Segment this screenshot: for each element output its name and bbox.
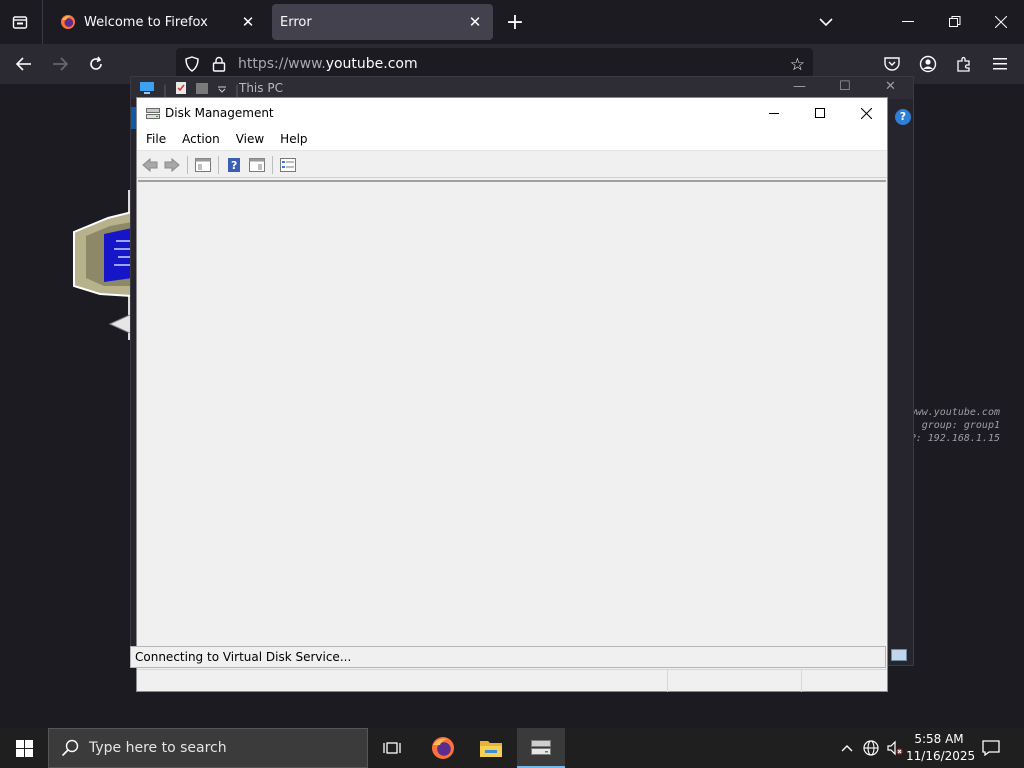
help-book-icon[interactable]: ? (225, 156, 243, 174)
system-clock[interactable]: 5:58 AM 11/16/2025 (906, 731, 976, 765)
properties-icon[interactable] (279, 156, 297, 174)
quick-access-toolbar: | | (139, 81, 239, 98)
this-pc-title: This PC (239, 81, 283, 95)
this-pc-titlebar[interactable]: | | This PC — ☐ ✕ (131, 77, 913, 99)
router-info-line: P: 192.168.1.15 (909, 433, 1000, 444)
menu-file[interactable]: File (137, 132, 174, 146)
minimize-icon[interactable] (751, 98, 797, 128)
router-info-line: group: group1 (921, 420, 1000, 431)
help-icon[interactable]: ? (895, 109, 911, 125)
url-domain: youtube.com (325, 56, 418, 72)
taskbar-disk-management-icon[interactable] (517, 728, 565, 768)
tab-error[interactable]: Error ✕ (272, 4, 493, 40)
taskbar-file-explorer-icon[interactable] (467, 728, 515, 768)
extensions-icon[interactable] (952, 52, 976, 76)
maximize-icon[interactable] (797, 98, 843, 128)
status-pane (667, 670, 801, 692)
show-hide-action-pane-icon[interactable] (248, 156, 266, 174)
forward-arrow-icon[interactable] (163, 156, 181, 174)
menu-view[interactable]: View (228, 132, 272, 146)
taskbar-firefox-icon[interactable] (419, 728, 467, 768)
restore-icon[interactable] (941, 8, 969, 36)
lock-icon[interactable] (212, 56, 226, 75)
minimize-icon[interactable] (894, 8, 922, 36)
close-window-icon[interactable] (987, 8, 1015, 36)
disk-management-app-icon (145, 105, 161, 124)
volume-muted-icon[interactable] (884, 728, 906, 768)
taskbar: Type here to search 5:58 AM 11/16/2025 (0, 728, 1024, 768)
close-tab-icon[interactable]: ✕ (238, 12, 258, 32)
tab-title: Error (280, 14, 312, 30)
close-icon[interactable]: ✕ (885, 79, 896, 94)
new-tab-button[interactable]: + (503, 10, 527, 35)
back-arrow-icon[interactable] (12, 52, 36, 76)
close-icon[interactable] (843, 98, 889, 128)
window-title: Disk Management (165, 106, 274, 120)
reload-icon[interactable] (84, 52, 108, 76)
toolbar-separator (272, 156, 273, 174)
clock-date: 11/16/2025 (906, 749, 976, 763)
account-icon[interactable] (916, 52, 940, 76)
status-message-bar: Connecting to Virtual Disk Service... (130, 646, 886, 668)
list-all-tabs-chevron-icon[interactable] (814, 10, 838, 34)
hamburger-menu-icon[interactable] (988, 52, 1012, 76)
close-tab-icon[interactable]: ✕ (465, 12, 485, 32)
forward-arrow-icon[interactable] (48, 52, 72, 76)
toolbar-separator (187, 156, 188, 174)
firefox-logo-icon (60, 14, 76, 30)
url-prefix: https://www. (238, 56, 326, 72)
back-arrow-icon[interactable] (141, 156, 159, 174)
show-hidden-icons-chevron-icon[interactable] (836, 728, 858, 768)
maximize-icon[interactable]: ☐ (839, 79, 851, 94)
tab-welcome-to-firefox[interactable]: Welcome to Firefox ✕ (48, 4, 266, 40)
router-info-line: www.youtube.com (909, 407, 1000, 418)
disk-management-content-area (138, 180, 886, 646)
clock-time: 5:58 AM (914, 732, 964, 746)
details-view-icon[interactable] (891, 649, 907, 661)
svg-text:?: ? (231, 159, 237, 172)
windows-start-icon[interactable] (0, 728, 48, 768)
taskbar-search-box[interactable]: Type here to search (48, 728, 368, 768)
disk-management-window: Disk Management File Action View Help ? (130, 97, 888, 692)
toolbar: ? (137, 150, 887, 178)
toolbar-separator (218, 156, 219, 174)
status-message: Connecting to Virtual Disk Service... (135, 650, 352, 664)
minimize-icon[interactable]: — (793, 79, 806, 94)
menu-help[interactable]: Help (272, 132, 315, 146)
menu-bar: File Action View Help (137, 128, 887, 150)
tab-bar-separator (42, 0, 43, 44)
notification-center-icon[interactable] (978, 736, 1004, 760)
bookmark-star-icon[interactable]: ☆ (790, 55, 805, 75)
status-pane (801, 670, 887, 692)
tab-title: Welcome to Firefox (84, 14, 208, 30)
disk-management-titlebar[interactable]: Disk Management (137, 98, 887, 128)
search-icon (61, 739, 79, 760)
search-placeholder: Type here to search (89, 740, 227, 756)
computer-illustration-icon (70, 190, 132, 340)
firefox-view-icon[interactable] (8, 10, 32, 34)
status-bar (137, 669, 887, 692)
url-text[interactable]: https://www.youtube.com (238, 56, 418, 72)
computer-icon (139, 81, 155, 98)
router-info-text: www.youtube.com group: group1 P: 192.168… (900, 406, 1000, 445)
tracking-protection-shield-icon[interactable] (184, 56, 200, 75)
firefox-tab-bar: Welcome to Firefox ✕ Error ✕ + (0, 0, 1024, 44)
task-view-icon[interactable] (368, 728, 416, 768)
show-hide-console-tree-icon[interactable] (194, 156, 212, 174)
customize-quick-access-icon[interactable] (217, 83, 227, 97)
toolbar-divider: | (163, 82, 168, 97)
folder-gray-icon[interactable] (195, 81, 209, 98)
network-globe-icon[interactable] (860, 728, 882, 768)
pocket-icon[interactable] (880, 52, 904, 76)
menu-action[interactable]: Action (174, 132, 228, 146)
properties-checklist-icon[interactable] (175, 81, 187, 98)
